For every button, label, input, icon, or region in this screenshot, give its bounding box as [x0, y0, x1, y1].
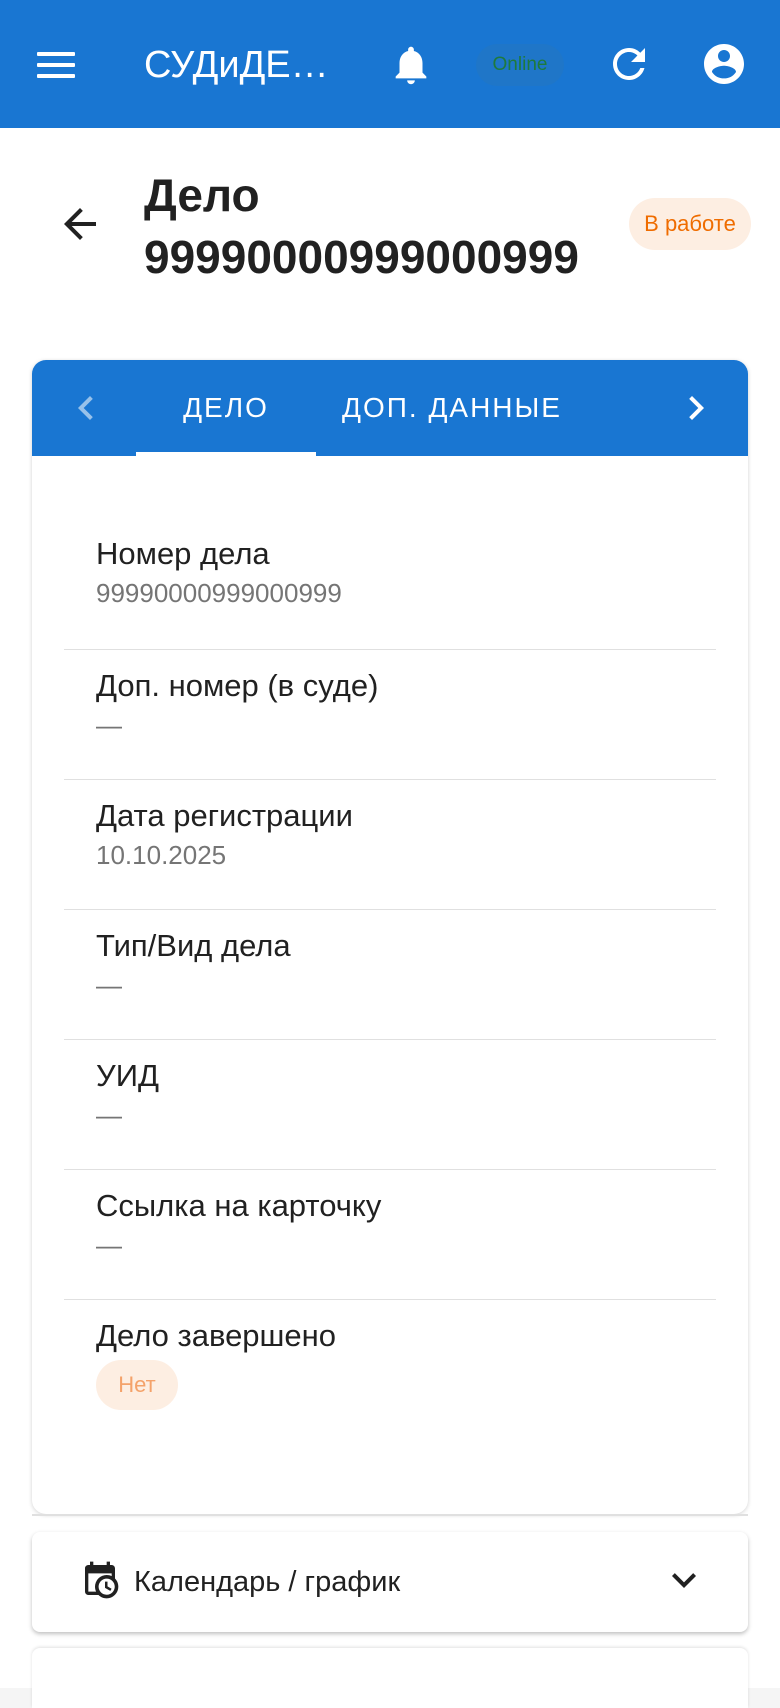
chevron-right-icon[interactable] — [672, 384, 720, 432]
field-uid: УИД — — [64, 1040, 716, 1170]
tab-extra-data[interactable]: ДОП. ДАННЫЕ — [332, 360, 572, 456]
tab-extra-data-label: ДОП. ДАННЫЕ — [342, 392, 562, 423]
refresh-icon[interactable] — [605, 40, 653, 88]
field-value: — — [96, 710, 122, 740]
field-value: 99990000999000999 — [96, 578, 342, 608]
field-value: — — [96, 1100, 122, 1130]
field-case-type: Тип/Вид дела — — [64, 910, 716, 1040]
case-page: Дело 99990000999000999 В работе ДЕЛО ДОП… — [0, 128, 780, 1708]
field-label: Дело завершено — [96, 1318, 337, 1353]
account-circle-icon[interactable] — [700, 40, 748, 88]
tab-bar: ДЕЛО ДОП. ДАННЫЕ — [32, 360, 748, 456]
field-card-link: Ссылка на карточку — — [64, 1170, 716, 1300]
chevron-down-icon — [660, 1556, 708, 1604]
tab-case-label: ДЕЛО — [183, 392, 269, 423]
app-title: СУДиДЕ… — [144, 44, 329, 86]
back-arrow-icon[interactable] — [56, 200, 104, 248]
field-case-completed: Дело завершено Нет — [64, 1300, 716, 1500]
field-value: — — [96, 970, 122, 1000]
connection-status-badge: Online — [476, 44, 564, 86]
case-details-card: ДЕЛО ДОП. ДАННЫЕ Номер дела 999900009990… — [32, 360, 748, 1514]
app-bar: СУДиДЕ… Online — [0, 0, 780, 128]
next-section-card — [32, 1648, 748, 1708]
field-label: УИД — [96, 1058, 159, 1093]
calendar-clock-icon — [80, 1560, 120, 1600]
field-label: Доп. номер (в суде) — [96, 668, 379, 703]
field-value: — — [96, 1230, 122, 1260]
field-value: 10.10.2025 — [96, 840, 227, 870]
field-registration-date: Дата регистрации 10.10.2025 — [64, 780, 716, 910]
field-label: Ссылка на карточку — [96, 1188, 382, 1223]
chevron-left-icon[interactable] — [62, 384, 110, 432]
field-label: Тип/Вид дела — [96, 928, 291, 963]
field-label: Номер дела — [96, 536, 270, 571]
page-title-number: 99990000999000999 — [144, 231, 579, 283]
page-title-prefix: Дело — [144, 169, 260, 221]
field-extra-number: Доп. номер (в суде) — — [64, 650, 716, 780]
field-label: Дата регистрации — [96, 798, 353, 833]
completed-badge: Нет — [96, 1360, 178, 1410]
bell-icon[interactable] — [388, 42, 434, 88]
status-badge: В работе — [629, 198, 751, 250]
field-case-number: Номер дела 99990000999000999 — [64, 456, 716, 650]
calendar-accordion[interactable]: Календарь / график — [32, 1532, 748, 1632]
section-divider — [32, 1514, 748, 1516]
case-fields-list: Номер дела 99990000999000999 Доп. номер … — [64, 456, 716, 1500]
page-title: Дело 99990000999000999 — [144, 164, 614, 288]
tab-case[interactable]: ДЕЛО — [136, 360, 316, 456]
menu-icon[interactable] — [30, 42, 82, 88]
calendar-accordion-label: Календарь / график — [134, 1566, 401, 1598]
